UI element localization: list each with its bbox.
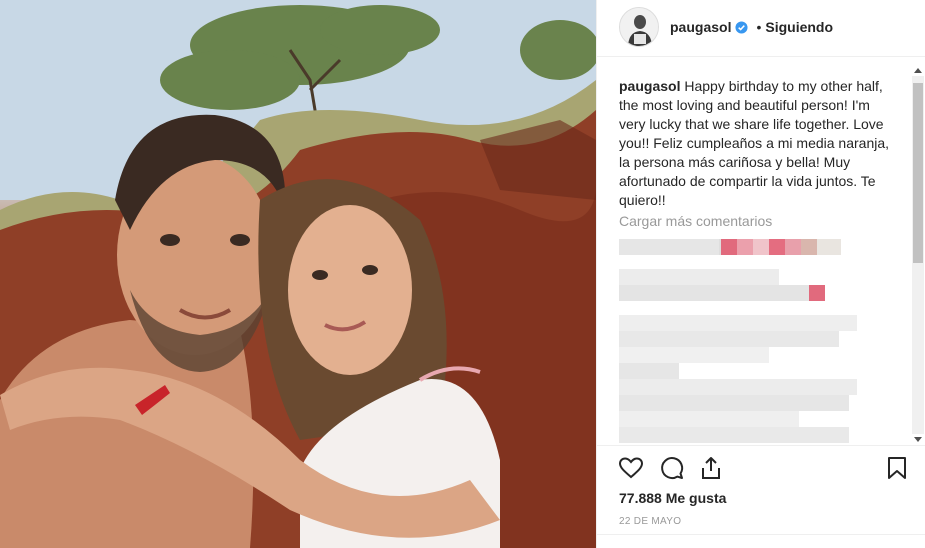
redacted-comment-block — [721, 239, 737, 255]
redacted-comment-block — [619, 427, 849, 443]
post-photo[interactable] — [0, 0, 596, 548]
redacted-comment-block — [619, 395, 849, 411]
redacted-comment-block — [619, 331, 839, 347]
avatar[interactable] — [619, 7, 659, 47]
load-more-comments-button[interactable]: Cargar más comentarios — [619, 213, 772, 229]
header-username[interactable]: paugasol — [670, 19, 731, 35]
verified-badge-icon — [735, 20, 749, 34]
redacted-comment-block — [619, 285, 809, 301]
redacted-comment-block — [785, 239, 801, 255]
scrollbar-thumb[interactable] — [913, 83, 923, 263]
bookmark-icon[interactable] — [884, 455, 910, 481]
redacted-comment-block — [619, 269, 779, 285]
post-details-panel: paugasol • Siguiendo paugasol Happy birt… — [596, 0, 925, 548]
comments-area[interactable]: paugasol Happy birthday to my other half… — [597, 64, 915, 444]
redacted-comment-block — [619, 363, 679, 379]
redacted-comment-block — [809, 285, 825, 301]
header-text: paugasol • Siguiendo — [670, 19, 833, 35]
separator-dot: • — [756, 19, 762, 35]
divider — [597, 534, 925, 535]
caption-username[interactable]: paugasol — [619, 78, 680, 94]
redacted-comment-block — [753, 239, 769, 255]
post-header: paugasol • Siguiendo — [597, 0, 925, 57]
likes-count[interactable]: 77.888 Me gusta — [619, 490, 726, 506]
post-actions: 77.888 Me gusta 22 DE MAYO — [597, 445, 925, 548]
redacted-comment-block — [619, 315, 857, 331]
scroll-down-arrow-icon[interactable] — [914, 437, 922, 442]
photo-illustration — [0, 0, 596, 548]
comments-scrollbar[interactable] — [910, 66, 925, 444]
redacted-comment-block — [619, 347, 769, 363]
redacted-comment-block — [769, 239, 785, 255]
post-caption: paugasol Happy birthday to my other half… — [619, 77, 897, 210]
avatar-image — [620, 8, 658, 46]
redacted-comment-block — [737, 239, 753, 255]
caption-text: Happy birthday to my other half, the mos… — [619, 78, 890, 208]
following-button[interactable]: Siguiendo — [765, 19, 833, 35]
scroll-up-arrow-icon[interactable] — [914, 68, 922, 73]
redacted-comment-block — [619, 411, 799, 427]
redacted-comment-block — [619, 239, 719, 255]
comment-bubble-icon[interactable] — [659, 455, 685, 481]
redacted-comment-block — [817, 239, 841, 255]
redacted-comment-block — [801, 239, 817, 255]
share-icon[interactable] — [698, 455, 724, 481]
post-date[interactable]: 22 DE MAYO — [619, 516, 681, 527]
redacted-comment-block — [619, 379, 857, 395]
heart-icon[interactable] — [618, 455, 644, 481]
